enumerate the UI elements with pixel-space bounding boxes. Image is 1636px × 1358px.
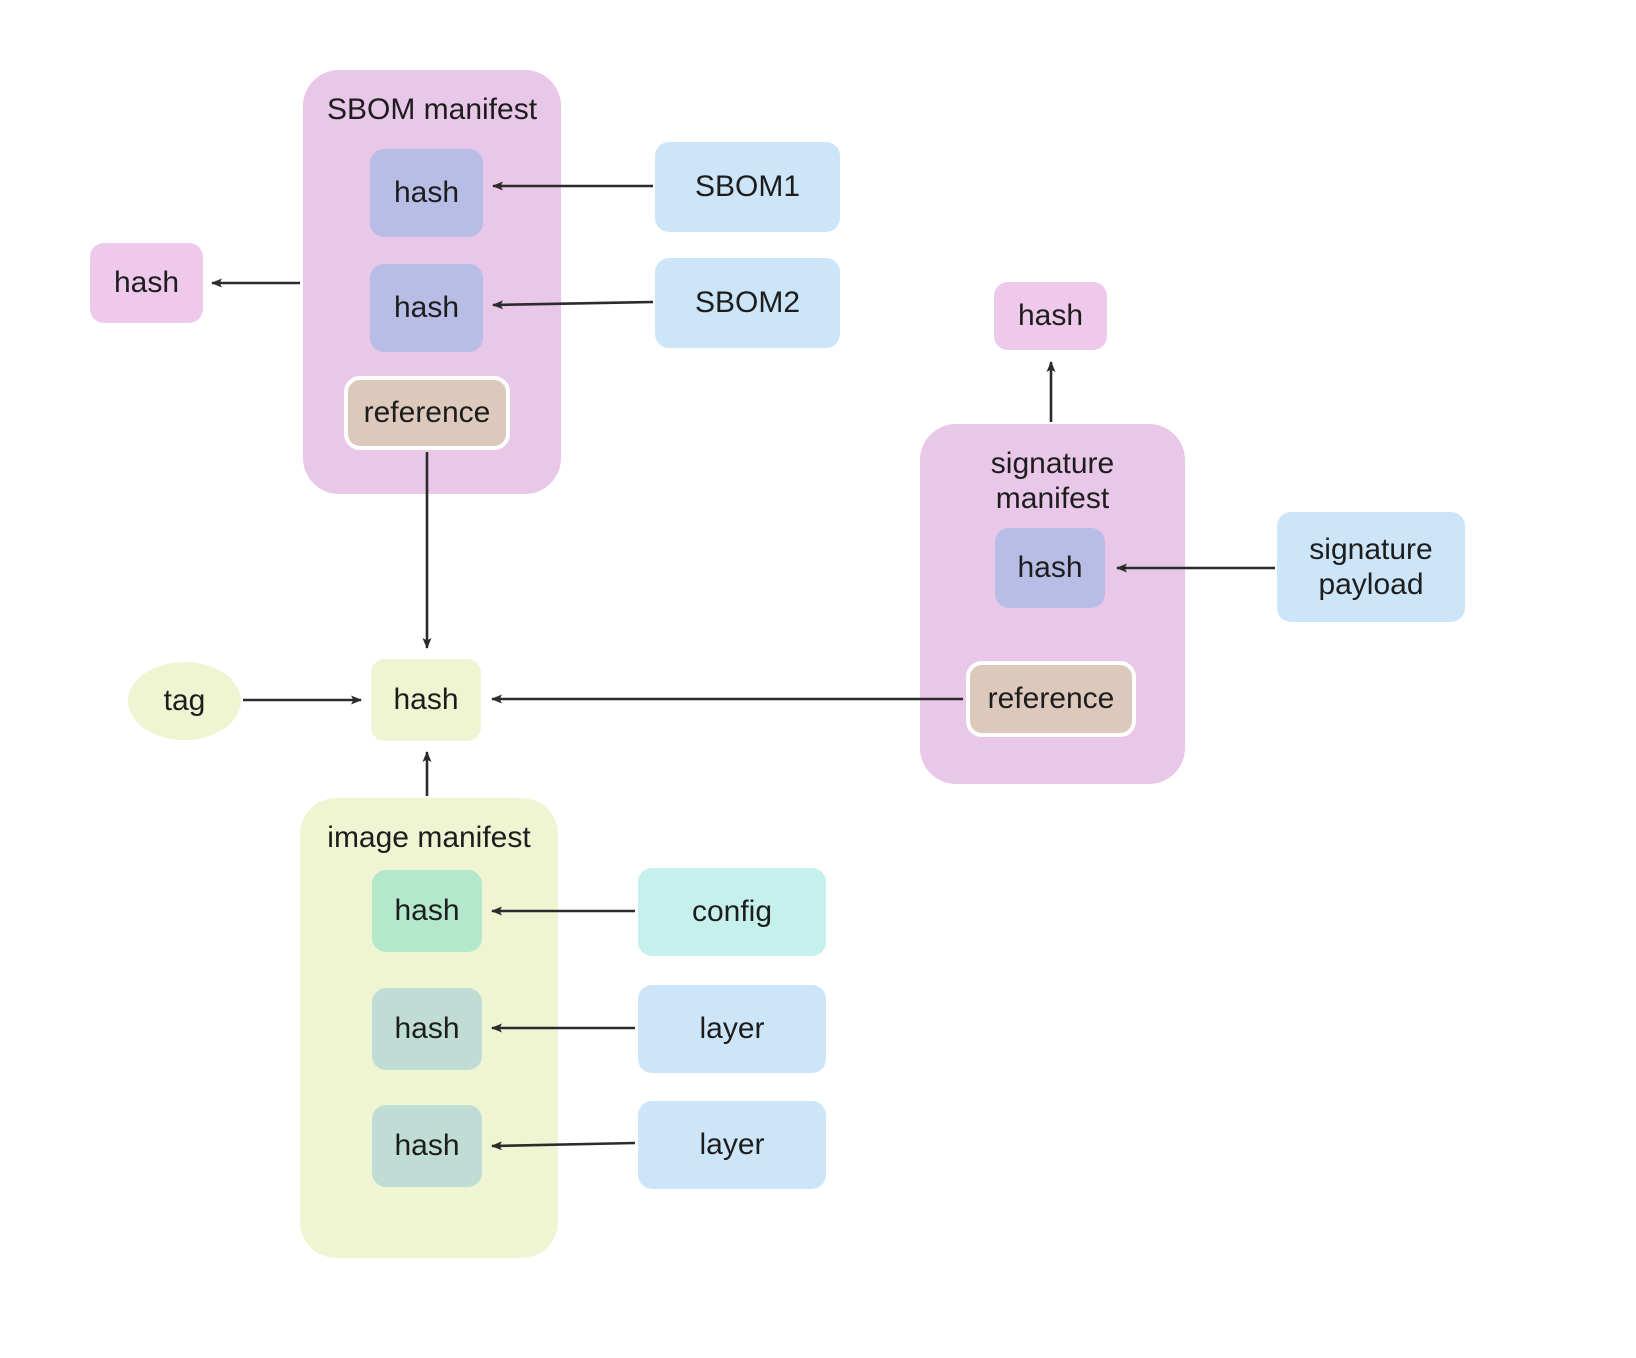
node-sbom-hash-2[interactable]: hash — [370, 264, 483, 352]
node-label: hash — [393, 176, 460, 210]
node-signature-digest-hash[interactable]: hash — [994, 282, 1107, 350]
node-label: hash — [393, 291, 460, 325]
node-tag[interactable]: tag — [128, 662, 241, 740]
node-image-digest-hash[interactable]: hash — [371, 659, 481, 741]
node-sbom-digest-hash[interactable]: hash — [90, 243, 203, 323]
node-label: hash — [394, 1129, 460, 1163]
node-label: hash — [393, 683, 459, 717]
node-label: hash — [113, 266, 180, 300]
node-signature-payload-blob[interactable]: signature payload — [1277, 512, 1465, 622]
container-label-sbom-manifest: SBOM manifest — [326, 93, 538, 126]
node-layer-blob-1[interactable]: layer — [638, 985, 826, 1073]
node-label: reference — [363, 396, 491, 430]
node-sbom2-blob[interactable]: SBOM2 — [655, 258, 840, 348]
node-sbom-reference[interactable]: reference — [344, 376, 510, 450]
container-label-signature-manifest: signature manifest — [990, 447, 1115, 516]
node-label: hash — [394, 894, 460, 928]
node-label: layer — [699, 1128, 765, 1162]
node-label: hash — [394, 1012, 460, 1046]
node-label: hash — [1017, 299, 1084, 333]
node-signature-reference[interactable]: reference — [966, 661, 1136, 737]
node-signature-hash[interactable]: hash — [995, 528, 1105, 608]
node-label: tag — [163, 684, 206, 718]
node-layer-blob-2[interactable]: layer — [638, 1101, 826, 1189]
node-label: config — [691, 895, 773, 929]
node-label: hash — [1017, 551, 1083, 585]
node-label: SBOM2 — [694, 286, 801, 320]
node-label: signature payload — [1309, 532, 1433, 601]
node-image-hash-layer-2[interactable]: hash — [372, 1105, 482, 1187]
node-label: reference — [987, 682, 1115, 716]
node-label: SBOM1 — [694, 170, 801, 204]
node-sbom-hash-1[interactable]: hash — [370, 149, 483, 237]
diagram-canvas: SBOM manifest signature manifest image ma… — [0, 0, 1636, 1358]
container-label-image-manifest: image manifest — [327, 821, 531, 854]
node-sbom1-blob[interactable]: SBOM1 — [655, 142, 840, 232]
node-image-hash-layer-1[interactable]: hash — [372, 988, 482, 1070]
node-config-blob[interactable]: config — [638, 868, 826, 956]
node-image-hash-config[interactable]: hash — [372, 870, 482, 952]
node-label: layer — [699, 1012, 765, 1046]
